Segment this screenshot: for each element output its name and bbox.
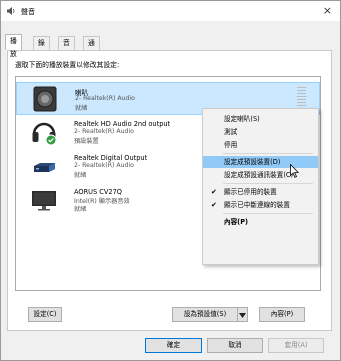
monitor-icon bbox=[32, 191, 56, 211]
checkmark-icon: ✔ bbox=[211, 201, 217, 209]
menu-item-properties[interactable]: 內容(P) bbox=[203, 216, 318, 228]
menu-item-show-disabled-devices[interactable]: ✔ 顯示已停用的裝置 bbox=[203, 186, 318, 198]
device-status: 預設裝置 bbox=[74, 138, 99, 145]
menu-item-disable[interactable]: 停用 bbox=[203, 139, 318, 151]
mouse-cursor-icon bbox=[290, 164, 299, 178]
digital-output-icon bbox=[34, 163, 55, 172]
device-name: AORUS CV27Q bbox=[74, 188, 122, 196]
menu-separator bbox=[223, 213, 313, 214]
device-status: 就緒 bbox=[75, 105, 88, 112]
tab-recording[interactable]: 錄製 bbox=[33, 36, 50, 60]
device-status: 就緒 bbox=[74, 206, 87, 213]
close-button[interactable]: × bbox=[323, 4, 332, 17]
title-bar: 聲音 × bbox=[1, 1, 340, 21]
menu-separator bbox=[223, 183, 313, 184]
menu-item-set-default-comm-device[interactable]: 設定成預設通訊裝置(C) bbox=[203, 169, 318, 181]
sound-dialog: 聲音 × 播放 錄製 音效 通訊 選取下面的播放裝置以修改其設定: 喇叭 2- … bbox=[0, 0, 341, 361]
instruction-text: 選取下面的播放裝置以修改其設定: bbox=[15, 61, 120, 69]
speaker-icon bbox=[33, 86, 57, 112]
apply-button: 套用(A) bbox=[268, 338, 324, 353]
configure-button[interactable]: 設定(C) bbox=[28, 307, 62, 322]
menu-separator bbox=[223, 153, 313, 154]
set-default-button[interactable]: 設為預設值(S) bbox=[172, 307, 238, 322]
ok-button[interactable]: 確定 bbox=[145, 338, 202, 353]
cancel-button[interactable]: 取消 bbox=[207, 338, 263, 353]
properties-button[interactable]: 內容(P) bbox=[259, 307, 305, 322]
default-check-badge bbox=[45, 134, 57, 145]
tab-playback[interactable]: 播放 bbox=[5, 34, 22, 58]
device-name: Realtek HD Audio 2nd output bbox=[74, 120, 171, 128]
device-driver: 2- Realtek(R) Audio bbox=[74, 128, 134, 135]
menu-item-label: 顯示已停用的裝置 bbox=[224, 188, 277, 196]
device-driver: 2- Realtek(R) Audio bbox=[75, 95, 135, 102]
speaker-app-icon bbox=[7, 7, 15, 15]
menu-item-label: 顯示已中斷連線的裝置 bbox=[224, 201, 290, 209]
headphones-icon bbox=[32, 122, 57, 145]
tab-sounds[interactable]: 音效 bbox=[58, 36, 75, 60]
device-name: Realtek Digital Output bbox=[74, 154, 148, 162]
menu-item-configure-speakers[interactable]: 設定喇叭(S) bbox=[203, 113, 318, 125]
chevron-down-icon bbox=[239, 313, 246, 318]
menu-item-set-default-device[interactable]: 設定成預設裝置(D) bbox=[203, 156, 318, 168]
menu-item-test[interactable]: 測試 bbox=[203, 126, 318, 138]
window-title: 聲音 bbox=[21, 8, 35, 16]
checkmark-icon: ✔ bbox=[211, 188, 217, 196]
device-status: 就緒 bbox=[74, 172, 87, 179]
device-driver: 2- Realtek(R) Audio bbox=[74, 162, 134, 169]
menu-item-show-disconnected-devices[interactable]: ✔ 顯示已中斷連線的裝置 bbox=[203, 199, 318, 211]
set-default-dropdown-button[interactable] bbox=[237, 307, 248, 322]
device-context-menu: 設定喇叭(S) 測試 停用 設定成預設裝置(D) 設定成預設通訊裝置(C) ✔ … bbox=[202, 108, 319, 265]
tab-communications[interactable]: 通訊 bbox=[83, 36, 100, 60]
